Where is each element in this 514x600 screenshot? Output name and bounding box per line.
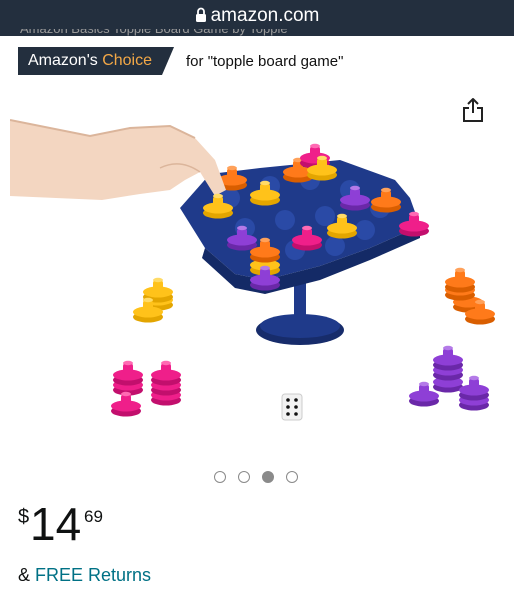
image-dot-4[interactable]: [286, 471, 298, 483]
image-dot-1[interactable]: [214, 471, 226, 483]
price-whole: 14: [30, 498, 82, 550]
url-display[interactable]: amazon.com: [0, 6, 514, 26]
free-returns-link[interactable]: FREE Returns: [35, 565, 151, 585]
badge-prefix: Amazon's: [28, 52, 98, 69]
hand: [10, 119, 226, 200]
image-dot-3-active[interactable]: [262, 471, 274, 483]
price-currency-symbol: $: [18, 506, 30, 528]
price-fraction: 69: [84, 507, 103, 526]
returns-line: & FREE Returns: [18, 565, 151, 586]
truncated-product-title: Amazon Basics Topple Board Game by Toppl…: [20, 29, 500, 37]
dice: [281, 393, 303, 421]
badge-accent: Choice: [102, 52, 153, 69]
lock-icon: [195, 7, 206, 22]
amazons-choice-row: Amazon's Choice for "topple board game": [18, 47, 343, 75]
image-pagination: [214, 471, 298, 485]
badge-query-text: for "topple board game": [186, 52, 344, 70]
image-dot-2[interactable]: [238, 471, 250, 483]
returns-prefix: &: [18, 565, 36, 585]
product-image[interactable]: [10, 98, 504, 438]
url-text: amazon.com: [210, 5, 320, 26]
amazons-choice-badge[interactable]: Amazon's Choice: [18, 47, 174, 75]
